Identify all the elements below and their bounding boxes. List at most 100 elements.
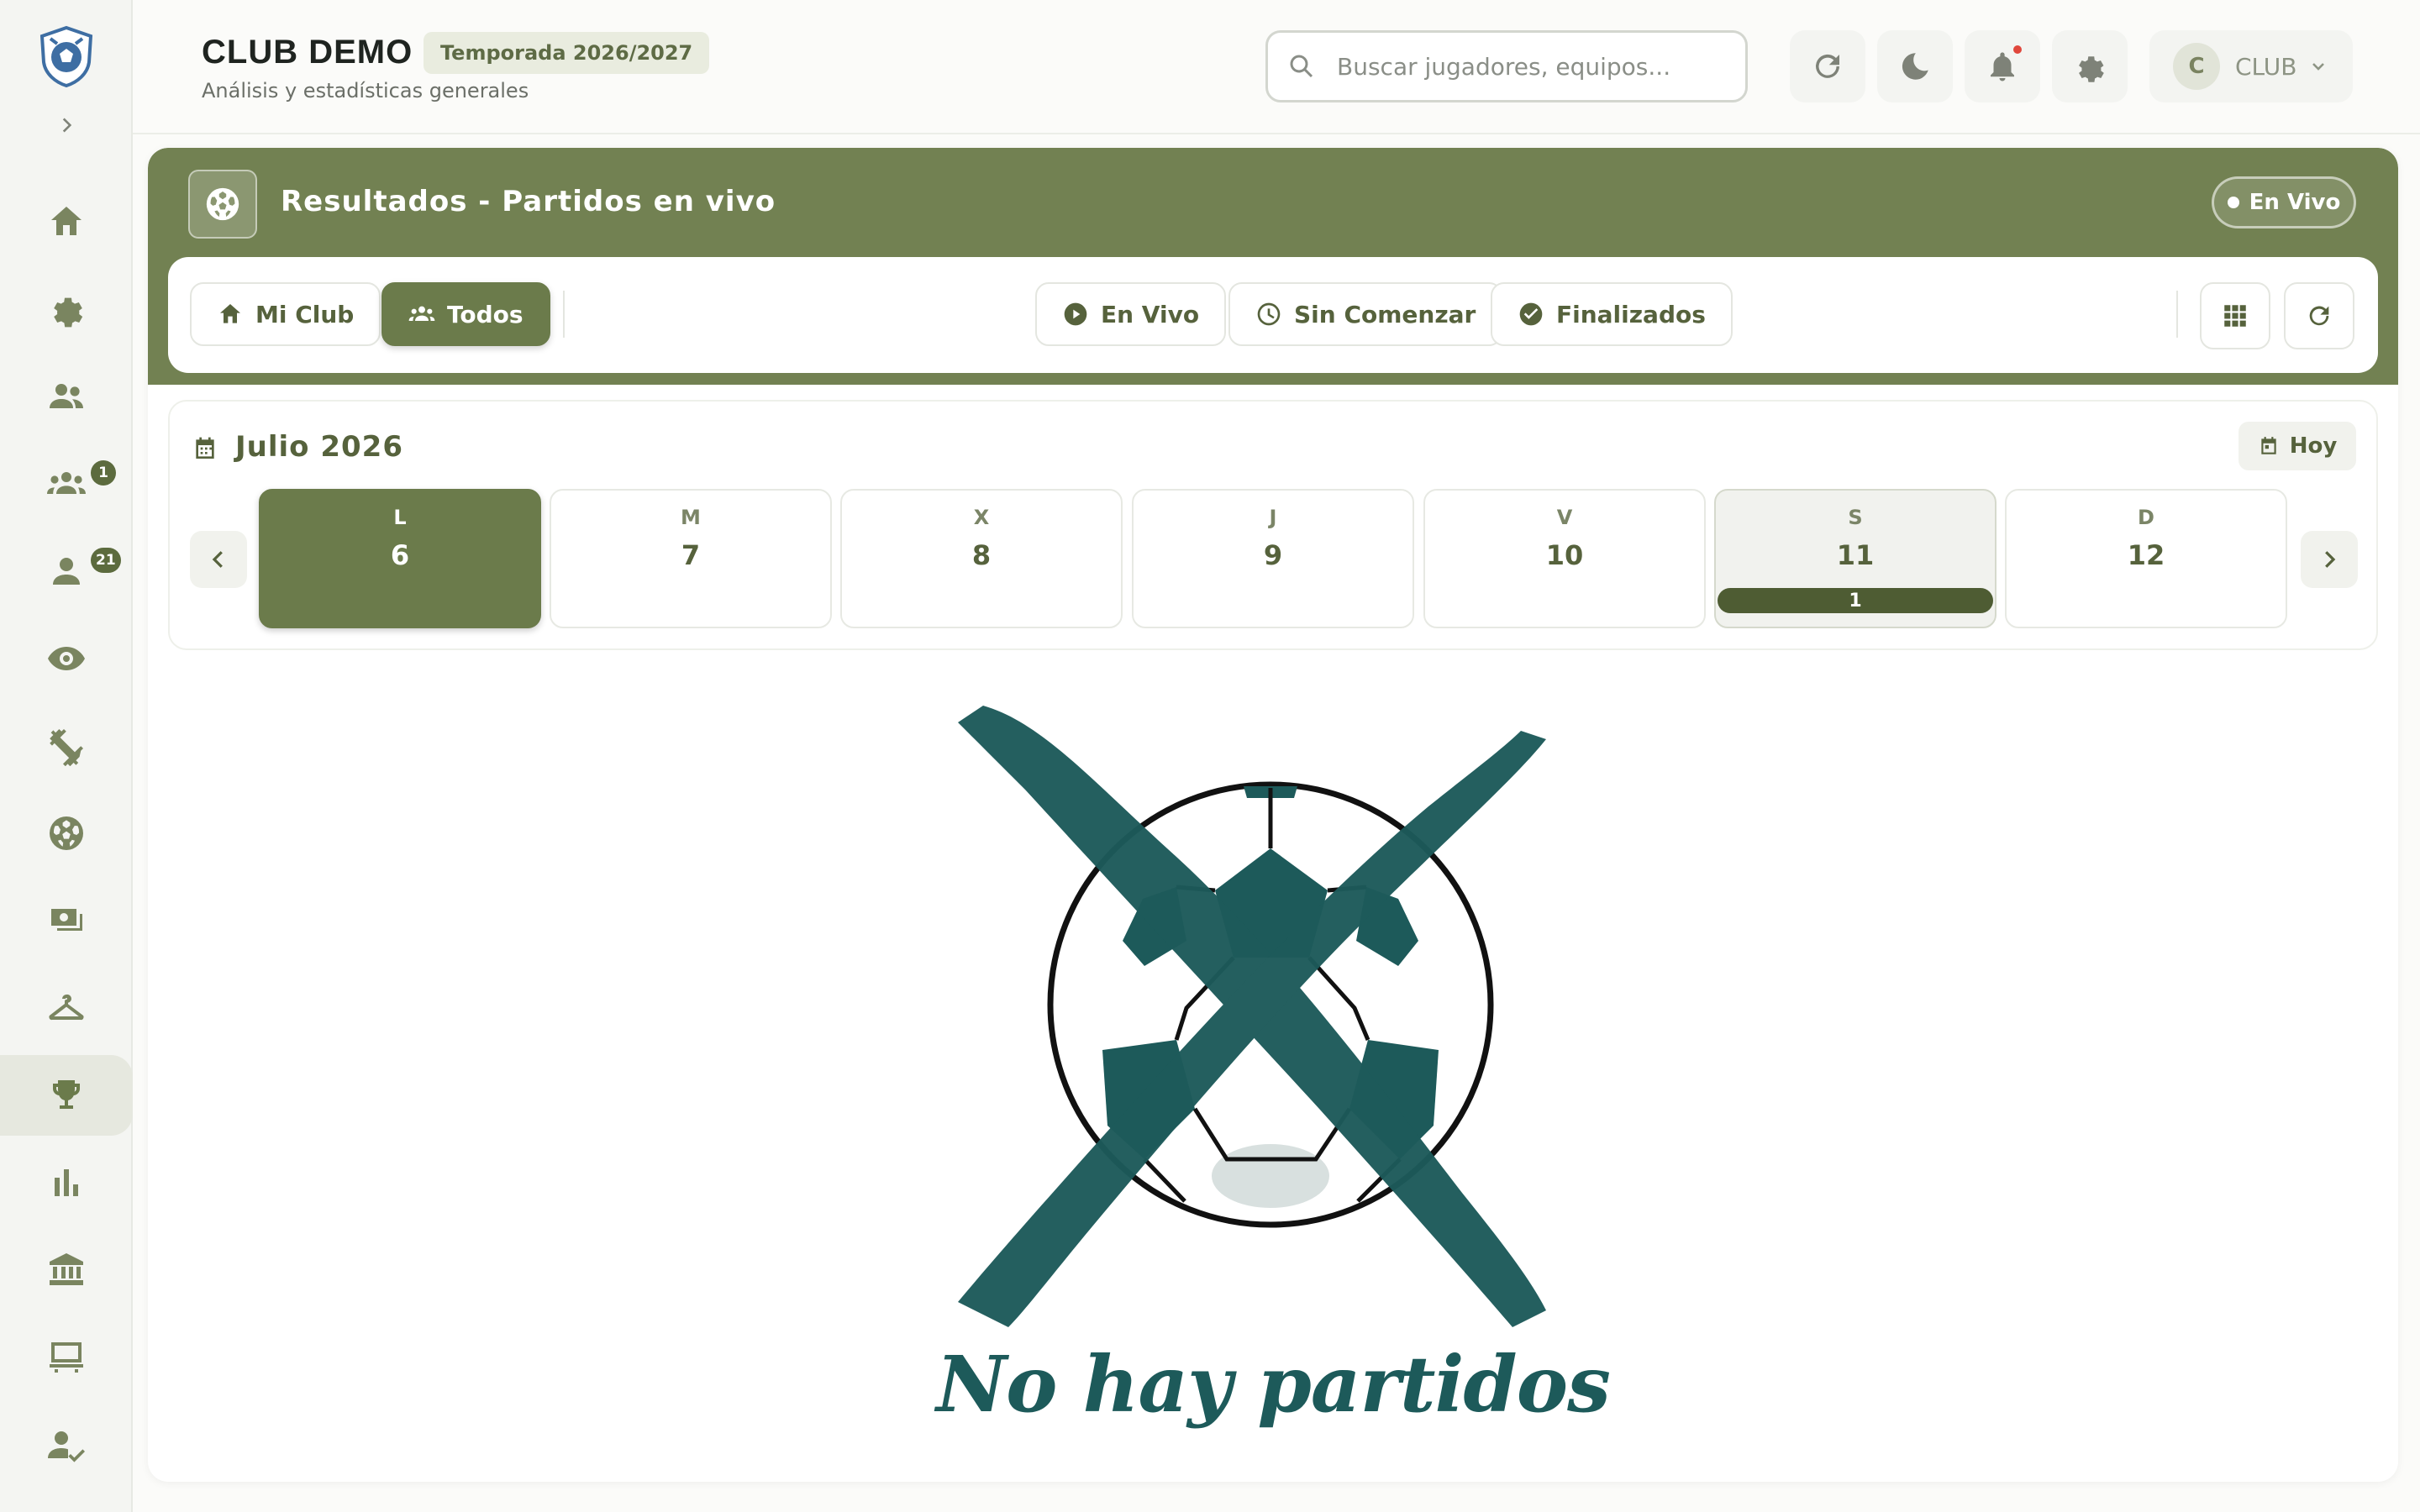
- eye-icon: [48, 647, 85, 670]
- sidebar-item-players[interactable]: 21: [0, 531, 133, 612]
- sidebar-item-teams[interactable]: 1: [0, 444, 133, 524]
- sidebar-item-statistics[interactable]: [0, 1142, 133, 1223]
- teams-badge: 1: [91, 460, 116, 486]
- grid-icon: [2224, 305, 2246, 327]
- sidebar-item-equipment[interactable]: [0, 968, 133, 1048]
- search-icon: [1290, 55, 1313, 78]
- sidebar-item-training[interactable]: [0, 706, 133, 786]
- day-friday[interactable]: V 10: [1423, 489, 1706, 628]
- day-letter: X: [973, 506, 990, 529]
- live-status-label: En Vivo: [2249, 190, 2341, 215]
- season-badge: Temporada 2026/2027: [424, 32, 710, 74]
- chevron-left-icon: [212, 551, 223, 568]
- filter-mi-club-label: Mi Club: [255, 300, 355, 328]
- filter-todos-button[interactable]: Todos: [381, 282, 550, 346]
- sidebar-item-institution[interactable]: [0, 1230, 133, 1310]
- filter-bar: Mi Club Todos En Vivo Sin Comenzar Final…: [168, 257, 2378, 373]
- search-input[interactable]: [1337, 52, 1723, 81]
- day-monday[interactable]: L 6: [259, 489, 541, 628]
- day-thursday[interactable]: J 9: [1132, 489, 1414, 628]
- results-banner: Resultados - Partidos en vivo En Vivo Mi…: [148, 148, 2398, 385]
- chevron-right-icon: [62, 118, 72, 133]
- results-title: Resultados - Partidos en vivo: [281, 185, 776, 218]
- sidebar-item-board[interactable]: [0, 1317, 133, 1398]
- today-label: Hoy: [2289, 433, 2338, 459]
- sidebar-item-staff[interactable]: [0, 356, 133, 437]
- sidebar-item-home[interactable]: [0, 181, 133, 262]
- filter-finalizados-button[interactable]: Finalizados: [1491, 282, 1733, 346]
- soccer-ball-icon: [206, 187, 239, 221]
- bar-chart-icon: [55, 1169, 78, 1196]
- moon-icon: [1902, 53, 1928, 80]
- clock-icon: [1257, 302, 1281, 326]
- banner-icon-box: [188, 170, 257, 239]
- settings-button[interactable]: [2052, 30, 2128, 102]
- play-circle-icon: [1064, 302, 1087, 326]
- calendar-today-icon: [2261, 437, 2276, 454]
- day-wednesday[interactable]: X 8: [840, 489, 1123, 628]
- next-week-button[interactable]: [2301, 531, 2358, 588]
- filter-todos-label: Todos: [447, 300, 523, 328]
- gear-icon: [54, 297, 83, 328]
- refresh-icon: [1816, 54, 1839, 78]
- day-number: 10: [1545, 539, 1584, 571]
- day-letter: M: [681, 506, 701, 529]
- institution-icon: [50, 1253, 83, 1285]
- live-status-badge: En Vivo: [2212, 176, 2356, 228]
- top-header: CLUB DEMO Temporada 2026/2027 Análisis y…: [133, 0, 2420, 134]
- fitness-icon: [50, 729, 83, 766]
- filter-divider: [563, 291, 565, 338]
- club-logo[interactable]: [37, 25, 96, 88]
- filter-en-vivo-button[interactable]: En Vivo: [1035, 282, 1227, 346]
- calendar-month: Julio 2026: [235, 430, 403, 464]
- dark-mode-button[interactable]: [1877, 30, 1953, 102]
- day-letter: L: [393, 506, 407, 529]
- day-tuesday[interactable]: M 7: [550, 489, 832, 628]
- day-letter: D: [2138, 506, 2154, 529]
- board-icon: [50, 1342, 83, 1373]
- calendar-icon: [196, 437, 214, 459]
- sidebar-item-payments[interactable]: [0, 880, 133, 961]
- bell-icon: [1991, 52, 2014, 81]
- home-icon: [51, 207, 82, 235]
- day-saturday[interactable]: S 11 1: [1714, 489, 1996, 628]
- filter-sin-comenzar-label: Sin Comenzar: [1294, 300, 1476, 328]
- sidebar: 1 21: [0, 0, 133, 1512]
- sidebar-item-settings[interactable]: [0, 269, 133, 349]
- day-number: 12: [2127, 539, 2165, 571]
- day-sunday[interactable]: D 12: [2005, 489, 2287, 628]
- filter-mi-club-button[interactable]: Mi Club: [190, 282, 381, 346]
- filter-sin-comenzar-button[interactable]: Sin Comenzar: [1228, 282, 1503, 346]
- previous-week-button[interactable]: [190, 531, 247, 588]
- empty-state-message: No hay partidos: [936, 1339, 1611, 1430]
- day-letter: V: [1556, 506, 1573, 529]
- page-subtitle: Análisis y estadísticas generales: [202, 79, 529, 102]
- players-badge: 21: [91, 548, 121, 573]
- teams-icon: [408, 306, 435, 321]
- sidebar-item-matches[interactable]: [0, 793, 133, 874]
- expand-sidebar-button[interactable]: [52, 111, 81, 139]
- notifications-button[interactable]: [1965, 30, 2040, 102]
- sidebar-item-results[interactable]: [0, 1055, 133, 1136]
- day-letter: S: [1848, 506, 1863, 529]
- user-menu[interactable]: C CLUB: [2149, 30, 2353, 102]
- refresh-button[interactable]: [1790, 30, 1865, 102]
- match-count-badge: 1: [1718, 588, 1993, 613]
- filter-en-vivo-label: En Vivo: [1101, 300, 1200, 328]
- grid-view-button[interactable]: [2200, 282, 2270, 349]
- day-number: 7: [681, 539, 701, 571]
- today-button[interactable]: Hoy: [2238, 422, 2356, 470]
- toolbar-divider: [2176, 291, 2178, 338]
- person-icon: [53, 558, 80, 585]
- refresh-results-button[interactable]: [2284, 282, 2354, 349]
- sidebar-item-scouting[interactable]: [0, 618, 133, 699]
- payments-icon: [51, 909, 82, 931]
- refresh-icon: [2309, 306, 2329, 326]
- club-name: CLUB DEMO: [202, 34, 413, 71]
- teams-icon: [47, 472, 86, 494]
- search-box[interactable]: [1265, 30, 1748, 102]
- no-matches-illustration: [958, 706, 1546, 1327]
- trophy-icon: [52, 1080, 81, 1109]
- day-number: 11: [1836, 539, 1875, 571]
- sidebar-item-attendance[interactable]: [0, 1404, 133, 1485]
